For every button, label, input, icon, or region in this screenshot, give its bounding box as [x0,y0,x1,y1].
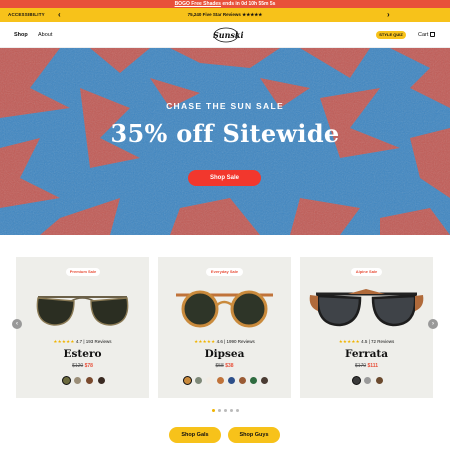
announcement-next-icon[interactable]: › [387,8,390,22]
product-card-ferrata[interactable]: Alpine Sale ★★★★★ 4.5 | 72 Reviews Ferra… [300,257,433,398]
sale-price: $111 [367,363,379,369]
rating-text: 4.7 | 193 Reviews [75,339,112,344]
original-price: $58 [215,363,224,369]
swatch-selected[interactable] [183,376,192,385]
rating-stars-icon: ★★★★★ [53,339,75,344]
product-name[interactable]: Dipsea [158,348,291,360]
swatch[interactable] [228,377,235,384]
swatch[interactable] [98,377,105,384]
main-navigation: Shop About Sunski STYLE QUIZ Cart [0,22,450,48]
carousel-prev-icon[interactable]: ‹ [12,319,22,329]
shop-sale-button[interactable]: Shop Sale [188,170,261,186]
sale-badge: Alpine Sale [351,268,382,276]
brand-logo-text: Sunski [213,30,244,40]
pagination-dot[interactable] [224,409,227,412]
sale-price: $78 [84,363,93,369]
swatch-selected[interactable] [352,376,361,385]
product-rating: ★★★★★ 4.6 | 1990 Reviews [158,338,291,346]
product-card-dipsea[interactable]: Everyday Sale ★★★★★ 4.6 | 1990 Reviews D… [158,257,291,398]
carousel-next-icon[interactable]: › [428,319,438,329]
pagination-dot[interactable] [218,409,221,412]
announcement-bar: ACCESSIBILITY ‹ 75,240 Five Star Reviews… [0,8,450,22]
product-price: $120 $78 [16,363,149,369]
brand-logo[interactable]: Sunski [213,27,244,43]
swatch[interactable] [206,377,213,384]
swatch[interactable] [250,377,257,384]
color-swatches [352,376,385,386]
nav-about[interactable]: About [38,22,52,48]
hero-headline: 35% off Sitewide [110,119,340,148]
product-name[interactable]: Ferrata [300,348,433,360]
rating-text: 4.5 | 72 Reviews [361,339,395,344]
original-price: $170 [354,363,367,369]
promo-banner[interactable]: BOGO Free Shades ends in 0d 10h 55m 5s [0,0,450,8]
sale-badge: Everyday Sale [206,268,243,276]
rating-stars-icon: ★★★★★ [194,339,216,344]
product-carousel: Premium Sale ★★★★★ 4.7 | 193 Reviews Est… [16,257,434,398]
pagination-dot-active[interactable] [212,409,215,412]
cart-link[interactable]: Cart [418,22,436,48]
shopping-bag-icon [430,32,436,37]
product-name[interactable]: Estero [16,348,149,360]
product-price: $170 $111 [300,363,433,369]
pagination-dot[interactable] [230,409,233,412]
color-swatches [62,376,107,386]
ferrata-sunglasses-icon [309,289,424,327]
swatch[interactable] [261,377,268,384]
swatch-selected[interactable] [62,376,71,385]
nav-shop[interactable]: Shop [14,22,28,48]
rating-text: 4.6 | 1990 Reviews [216,339,255,344]
shop-guys-button[interactable]: Shop Guys [228,427,280,443]
product-card-estero[interactable]: Premium Sale ★★★★★ 4.7 | 193 Reviews Est… [16,257,149,398]
swatch[interactable] [74,377,81,384]
hero-banner: CHASE THE SUN SALE 35% off Sitewide Shop… [0,48,450,235]
sale-price: $38 [225,363,234,369]
hero-kicker: CHASE THE SUN SALE [166,101,284,111]
style-quiz-button[interactable]: STYLE QUIZ [376,31,406,39]
reviews-announcement: 75,240 Five Star Reviews ★★★★★ [187,12,263,17]
swatch[interactable] [195,377,202,384]
promo-countdown: ends in 0d 10h 55m 5s [220,1,276,7]
swatch[interactable] [217,377,224,384]
rating-stars-icon: ★★★★★ [338,339,360,344]
swatch[interactable] [86,377,93,384]
promo-highlight[interactable]: BOGO Free Shades [175,1,221,7]
original-price: $120 [72,363,84,369]
swatch[interactable] [239,377,246,384]
estero-sunglasses-icon [36,296,129,326]
product-rating: ★★★★★ 4.5 | 72 Reviews [300,338,433,346]
swatch[interactable] [376,377,383,384]
pagination-dot[interactable] [236,409,239,412]
shop-gals-button[interactable]: Shop Gals [169,427,221,443]
product-price: $58 $38 [158,363,291,369]
swatch[interactable] [364,377,371,384]
dipsea-sunglasses-icon [176,290,273,328]
color-swatches [183,376,269,386]
cart-label: Cart [418,32,429,38]
sale-badge: Premium Sale [66,268,100,276]
product-rating: ★★★★★ 4.7 | 193 Reviews [16,338,149,346]
